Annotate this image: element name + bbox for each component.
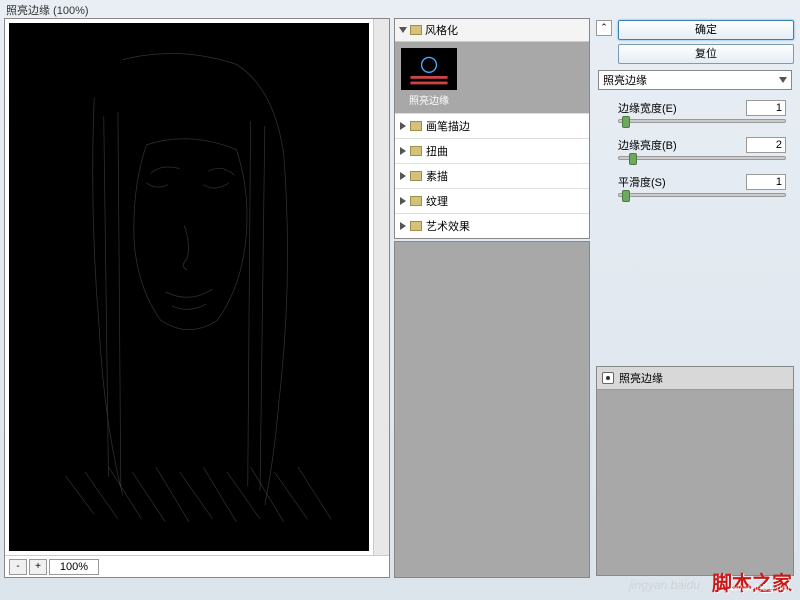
chevron-right-icon xyxy=(400,172,406,180)
edge-brightness-input[interactable] xyxy=(746,137,786,153)
smoothness-input[interactable] xyxy=(746,174,786,190)
filter-thumbnails: 照亮边缘 xyxy=(395,42,589,113)
layer-label: 照亮边缘 xyxy=(619,370,663,386)
glowing-edges-preview xyxy=(9,23,369,551)
slider-thumb[interactable] xyxy=(622,190,630,202)
slider-thumb[interactable] xyxy=(622,116,630,128)
category-label: 扭曲 xyxy=(426,143,448,159)
preview-pane: - + 100% xyxy=(4,18,390,578)
category-label: 风格化 xyxy=(425,22,458,38)
param-edge-width: 边缘宽度(E) xyxy=(618,100,786,123)
edge-width-slider[interactable] xyxy=(618,119,786,123)
category-label: 画笔描边 xyxy=(426,118,470,134)
parameters: 边缘宽度(E) 边缘亮度(B) 平滑度(S) xyxy=(596,96,794,211)
dropdown-value: 照亮边缘 xyxy=(603,72,647,88)
chevron-right-icon xyxy=(400,222,406,230)
folder-icon xyxy=(410,196,422,206)
visibility-eye-icon[interactable] xyxy=(602,372,614,384)
zoom-out-button[interactable]: - xyxy=(9,559,27,575)
category-expanded-header[interactable]: 风格化 xyxy=(395,19,589,42)
settings-pane: ⌃ 确定 复位 照亮边缘 边缘宽度(E) 边缘亮度(B) 平滑度(S) xyxy=(594,18,796,578)
watermark-url: www.jb51.net xyxy=(731,583,790,594)
slider-thumb[interactable] xyxy=(629,153,637,165)
folder-icon xyxy=(410,121,422,131)
ok-button[interactable]: 确定 xyxy=(618,20,794,40)
zoom-in-button[interactable]: + xyxy=(29,559,47,575)
filter-dropdown[interactable]: 照亮边缘 xyxy=(598,70,792,90)
folder-icon xyxy=(410,25,422,35)
effect-layer-row[interactable]: 照亮边缘 xyxy=(597,367,793,390)
folder-icon xyxy=(410,171,422,181)
window-titlebar: 照亮边缘 (100%) xyxy=(0,0,800,18)
category-row[interactable]: 纹理 xyxy=(395,188,589,213)
chevron-right-icon xyxy=(400,122,406,130)
window-title: 照亮边缘 (100%) xyxy=(6,5,89,17)
zoom-value[interactable]: 100% xyxy=(49,559,99,575)
effect-layers-box: 照亮边缘 xyxy=(596,366,794,576)
folder-icon xyxy=(410,146,422,156)
reset-button[interactable]: 复位 xyxy=(618,44,794,64)
chevron-right-icon xyxy=(400,197,406,205)
category-row[interactable]: 素描 xyxy=(395,163,589,188)
folder-icon xyxy=(410,221,422,231)
main-container: - + 100% 风格化 照亮边缘 画笔描边 扭曲 素描 纹 xyxy=(0,18,800,578)
smoothness-slider[interactable] xyxy=(618,193,786,197)
param-label: 边缘亮度(B) xyxy=(618,137,677,153)
param-label: 平滑度(S) xyxy=(618,174,666,190)
category-row[interactable]: 扭曲 xyxy=(395,138,589,163)
chevron-right-icon xyxy=(400,147,406,155)
category-list: 风格化 照亮边缘 画笔描边 扭曲 素描 纹理 艺术效果 xyxy=(394,18,590,239)
category-empty-area xyxy=(394,241,590,578)
category-label: 艺术效果 xyxy=(426,218,470,234)
param-edge-brightness: 边缘亮度(B) xyxy=(618,137,786,160)
category-label: 素描 xyxy=(426,168,448,184)
chevron-down-icon xyxy=(399,27,407,33)
thumb-label: 照亮边缘 xyxy=(401,92,457,107)
preview-scrollbar-vertical[interactable] xyxy=(373,19,389,555)
collapse-button[interactable]: ⌃ xyxy=(596,20,612,36)
filter-categories-pane: 风格化 照亮边缘 画笔描边 扭曲 素描 纹理 艺术效果 xyxy=(394,18,590,578)
param-smoothness: 平滑度(S) xyxy=(618,174,786,197)
chevron-down-icon xyxy=(779,77,787,83)
category-row[interactable]: 画笔描边 xyxy=(395,113,589,138)
edge-brightness-slider[interactable] xyxy=(618,156,786,160)
param-label: 边缘宽度(E) xyxy=(618,100,677,116)
filter-thumb-glowing-edges[interactable]: 照亮边缘 xyxy=(401,48,457,107)
edge-width-input[interactable] xyxy=(746,100,786,116)
category-row[interactable]: 艺术效果 xyxy=(395,213,589,238)
watermark-gray: jingyan.baidu xyxy=(629,578,700,592)
preview-footer: - + 100% xyxy=(5,555,389,577)
preview-canvas[interactable] xyxy=(9,23,369,551)
category-label: 纹理 xyxy=(426,193,448,209)
